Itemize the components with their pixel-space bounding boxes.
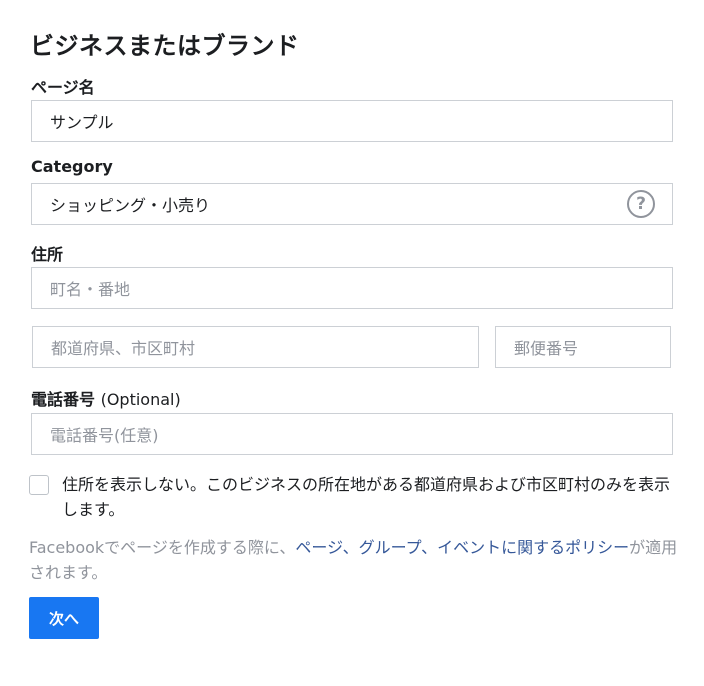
phone-optional-label: (Optional) bbox=[100, 390, 181, 409]
page-name-input[interactable]: サンプル bbox=[31, 100, 673, 142]
city-placeholder: 都道府県、市区町村 bbox=[51, 339, 196, 358]
street-address-input[interactable]: 町名・番地 bbox=[31, 267, 673, 309]
hide-address-checkbox[interactable] bbox=[29, 475, 49, 495]
page-name-label: ページ名 bbox=[31, 78, 95, 97]
page-name-value: サンプル bbox=[50, 113, 114, 132]
address-label: 住所 bbox=[31, 245, 64, 264]
category-value: ショッピング・小売り bbox=[50, 196, 211, 215]
category-label: Category bbox=[31, 157, 113, 176]
zip-code-input[interactable]: 郵便番号 bbox=[495, 326, 671, 368]
form-title: ビジネスまたはブランド bbox=[30, 32, 300, 60]
phone-placeholder: 電話番号(任意) bbox=[50, 426, 159, 445]
category-input[interactable]: ショッピング・小売り ? bbox=[31, 183, 673, 225]
phone-label-text: 電話番号 bbox=[31, 390, 96, 409]
policy-link[interactable]: ページ、グループ、イベントに関するポリシー bbox=[295, 538, 629, 557]
help-icon[interactable]: ? bbox=[627, 190, 655, 218]
policy-notice: Facebookでページを作成する際に、ページ、グループ、イベントに関するポリシ… bbox=[29, 535, 679, 585]
zip-code-placeholder: 郵便番号 bbox=[514, 339, 579, 358]
street-address-placeholder: 町名・番地 bbox=[50, 280, 131, 299]
phone-input[interactable]: 電話番号(任意) bbox=[31, 413, 673, 455]
next-button[interactable]: 次へ bbox=[29, 597, 99, 639]
city-input[interactable]: 都道府県、市区町村 bbox=[32, 326, 479, 368]
hide-address-label[interactable]: 住所を表示しない。このビジネスの所在地がある都道府県および市区町村のみを表示しま… bbox=[62, 472, 674, 522]
phone-label: 電話番号 (Optional) bbox=[31, 386, 181, 410]
policy-prefix: Facebookでページを作成する際に、 bbox=[29, 538, 296, 557]
